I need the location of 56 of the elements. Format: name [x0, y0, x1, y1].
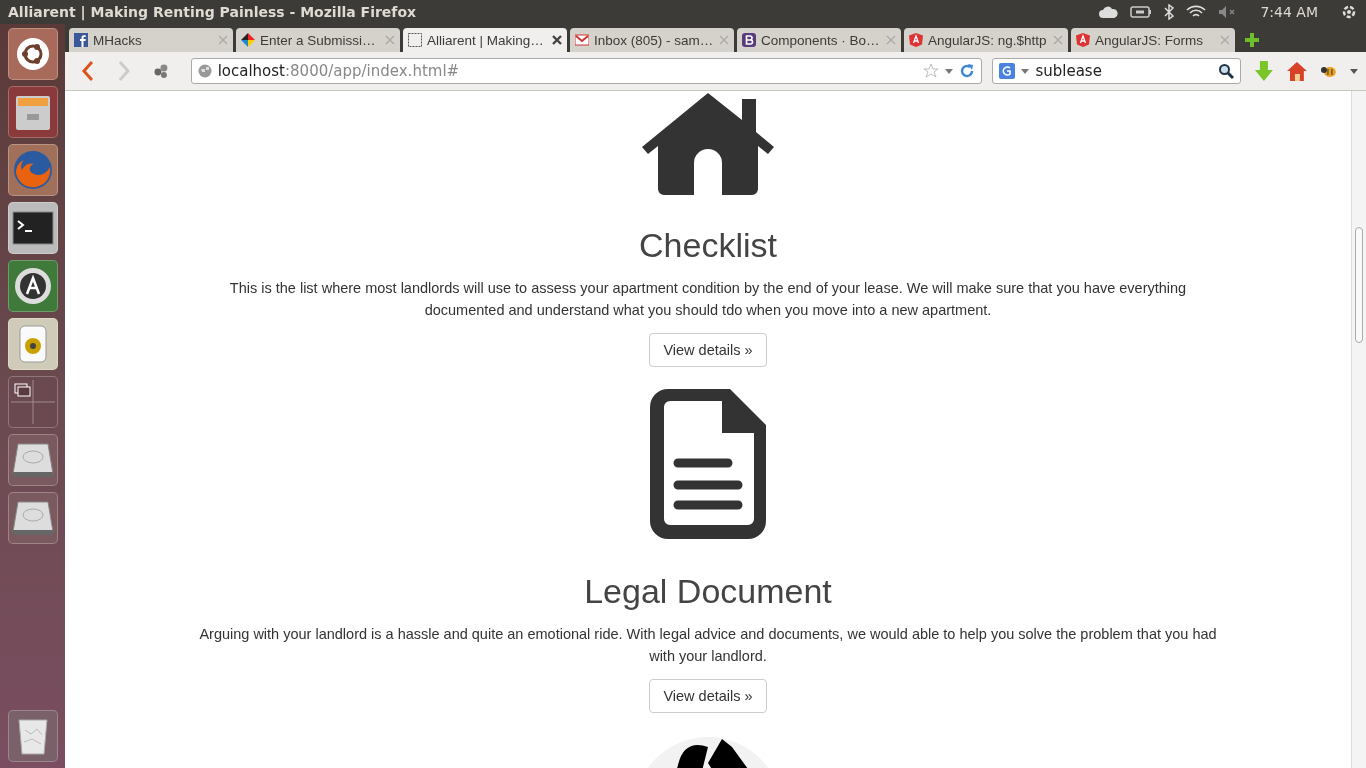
clock[interactable]: 7:44 AM [1260, 4, 1318, 20]
section-description: Arguing with your landlord is a hassle and quite an emotional ride. With legal advice and documents, we would able to help you solve the problem that you had with your landlord. [198, 625, 1218, 666]
section-heading: Legal Document [584, 571, 832, 611]
firefox-icon[interactable] [7, 144, 58, 196]
window-title: Alliarent | Making Renting Painless - Mozilla Firefox [8, 4, 417, 20]
battery-icon[interactable] [1130, 6, 1153, 18]
terminal-icon[interactable] [7, 202, 58, 254]
speaker-icon[interactable] [7, 318, 58, 370]
dropdown-arrow-icon[interactable] [1350, 67, 1358, 75]
search-engine-icon[interactable] [999, 63, 1016, 79]
section-description: This is the list where most landlords will use to assess your apartment condition by the end of your lease. We will make sure that you have everything documented and understand what you should tdo when you move into a new apartment. [228, 279, 1188, 320]
dropdown-arrow-icon[interactable] [1021, 67, 1030, 75]
new-tab-icon[interactable] [1244, 32, 1260, 48]
globe-icon [197, 64, 212, 78]
facebook-icon [74, 33, 88, 47]
wifi-icon[interactable] [1186, 5, 1207, 19]
browser-tab[interactable]: Enter a Submissi… [236, 28, 400, 52]
bluetooth-icon[interactable] [1164, 4, 1175, 20]
bug-icon[interactable] [1320, 64, 1339, 78]
search-icon[interactable] [1217, 63, 1234, 79]
browser-tab[interactable]: AngularJS: ng.$http [904, 28, 1068, 52]
document-icon [648, 387, 768, 541]
browser-tab[interactable]: AngularJS: Forms [1071, 28, 1235, 52]
hard-drive-icon[interactable] [7, 492, 58, 544]
mail-icon [575, 33, 589, 47]
close-icon[interactable] [552, 35, 562, 45]
shield-icon [1076, 33, 1090, 47]
home-icon[interactable] [1286, 60, 1309, 82]
browser-tab[interactable]: Inbox (805) - sam… [570, 28, 734, 52]
shield-icon [909, 33, 923, 47]
view-details-button[interactable]: View details » [649, 333, 767, 367]
power-icon[interactable] [1340, 3, 1358, 21]
browser-tab[interactable]: Alliarent | Making… [403, 28, 567, 52]
software-updater-icon[interactable] [7, 260, 58, 312]
extension-icon[interactable] [152, 63, 169, 79]
view-details-button[interactable]: View details » [649, 679, 767, 713]
reload-icon[interactable] [959, 63, 976, 79]
workspace-switcher-icon[interactable] [7, 376, 58, 428]
dropdown-arrow-icon[interactable] [945, 67, 954, 75]
scrollbar[interactable] [1351, 91, 1366, 768]
colorful-logo-icon [241, 33, 255, 47]
search-field[interactable]: sublease [992, 58, 1241, 84]
blank-page-icon [408, 33, 422, 47]
browser-tab[interactable]: MHacks [69, 28, 233, 52]
browser-tab[interactable]: Components · Bo… [737, 28, 901, 52]
bootstrap-logo-icon [742, 33, 756, 47]
trash-icon[interactable] [7, 710, 58, 762]
ubuntu-logo-icon[interactable] [7, 28, 58, 80]
star-icon[interactable] [923, 63, 940, 79]
back-icon[interactable] [81, 60, 95, 82]
address-bar[interactable]: localhost:8000/app/index.html# [190, 58, 983, 84]
file-cabinet-icon[interactable] [7, 86, 58, 138]
url-text: localhost:8000/app/index.html# [217, 62, 461, 80]
cloud-icon[interactable] [1098, 5, 1119, 19]
hard-drive-icon[interactable] [7, 434, 58, 486]
section-heading: Checklist [639, 225, 777, 265]
